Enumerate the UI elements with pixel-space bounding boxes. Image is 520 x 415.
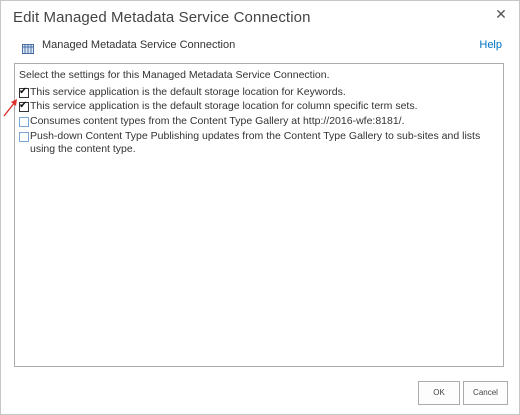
edit-connection-dialog: Edit Managed Metadata Service Connection… (0, 0, 520, 415)
option-default-keywords[interactable]: This service application is the default … (19, 85, 346, 99)
section-header-label: Managed Metadata Service Connection (42, 39, 236, 51)
ok-button[interactable]: OK (418, 381, 460, 405)
option-default-term-sets[interactable]: This service application is the default … (19, 99, 418, 113)
section-header: Managed Metadata Service Connection Help (22, 39, 502, 57)
option-label: This service application is the default … (30, 100, 418, 112)
option-label: Consumes content types from the Content … (30, 115, 405, 127)
option-label: This service application is the default … (30, 86, 346, 98)
consume-content-types-checkbox[interactable] (19, 117, 29, 127)
close-icon[interactable]: ✕ (493, 6, 509, 22)
dialog-title: Edit Managed Metadata Service Connection (13, 9, 311, 26)
annotation-arrow-icon (3, 99, 17, 117)
metadata-service-icon (22, 41, 34, 54)
option-consume-content-types[interactable]: Consumes content types from the Content … (19, 115, 405, 128)
push-down-checkbox[interactable] (19, 132, 29, 142)
settings-panel: Select the settings for this Managed Met… (14, 63, 504, 367)
option-label: Push-down Content Type Publishing update… (30, 130, 481, 155)
settings-intro: Select the settings for this Managed Met… (19, 69, 330, 81)
keywords-checkbox[interactable] (19, 85, 29, 98)
term-sets-checkbox[interactable] (19, 99, 29, 112)
cancel-button[interactable]: Cancel (463, 381, 508, 405)
option-push-down-publishing[interactable]: Push-down Content Type Publishing update… (19, 130, 494, 156)
help-link[interactable]: Help (479, 39, 502, 51)
